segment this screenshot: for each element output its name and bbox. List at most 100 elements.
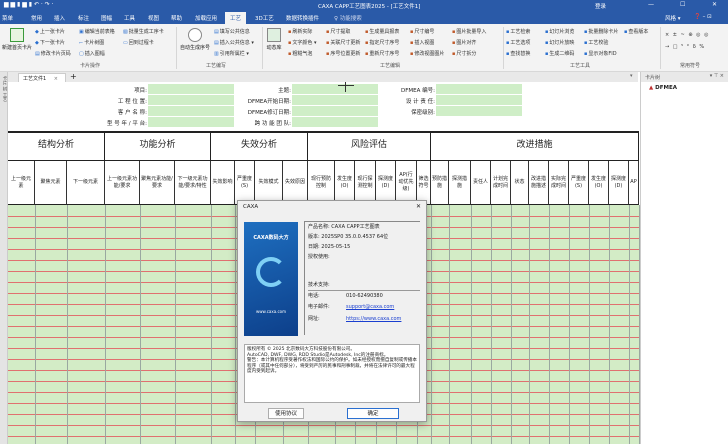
menu-tools[interactable]: 工具 bbox=[124, 14, 135, 22]
panel-pin-icon[interactable]: ▾ ⊤ × bbox=[710, 73, 724, 79]
phone-value: 010-62490380 bbox=[346, 293, 383, 299]
copyright-text: 版权所有 © 2025 北京数码大方科技股份有限公司。 AutoCAD, DWF… bbox=[244, 344, 420, 403]
dynamic-library-button[interactable]: 动态库 bbox=[263, 28, 285, 51]
form-field[interactable] bbox=[148, 106, 234, 116]
login-button[interactable]: 登录 bbox=[595, 2, 606, 10]
tab-document-1[interactable]: 工艺文件1 × bbox=[18, 73, 66, 82]
tool-item-5[interactable]: ▪生成二维码 bbox=[545, 50, 574, 57]
menu-addons[interactable]: 加载应用 bbox=[195, 14, 217, 22]
form-label: 工 程 位 置: bbox=[117, 99, 147, 105]
group-header: 改进措施 bbox=[431, 131, 639, 161]
form-field[interactable] bbox=[148, 117, 234, 127]
table-col-line bbox=[511, 205, 512, 444]
maximize-button[interactable]: ☐ bbox=[680, 1, 685, 8]
group-title-edit: 工艺编辑 bbox=[380, 63, 401, 69]
back-process-card-button[interactable]: ▭回到过程卡 bbox=[123, 39, 154, 46]
add-tab-button[interactable]: + bbox=[70, 72, 77, 81]
form-field[interactable] bbox=[292, 84, 378, 94]
edit-item-2[interactable]: ▪粗糙气泡 bbox=[288, 50, 312, 57]
edit-item-9[interactable]: ▪尺寸编号 bbox=[410, 28, 434, 35]
edit-item-13[interactable]: ▪图片对齐 bbox=[452, 39, 476, 46]
form-field[interactable] bbox=[148, 84, 234, 94]
symbols-row-1[interactable]: × ± ~ ⊕ ◎ ◎ bbox=[665, 32, 709, 38]
style-dropdown[interactable]: 风格 ▾ bbox=[665, 14, 681, 22]
edit-item-14[interactable]: ▪尺寸拆分 bbox=[452, 50, 476, 57]
menu-process[interactable]: 工艺 bbox=[225, 12, 247, 24]
symbols-row-2[interactable]: → □ ⁵ ° δ % bbox=[665, 44, 705, 50]
tool-item-6[interactable]: ▪批量删除卡片 bbox=[584, 28, 618, 35]
edit-page-button[interactable]: ▤修改卡片页码 bbox=[35, 50, 71, 57]
tool-item-8[interactable]: ▪显示对象FID bbox=[584, 50, 617, 57]
tree-item-dfmea[interactable]: ▲ DFMEA bbox=[641, 82, 728, 94]
menu-file[interactable]: 菜单 bbox=[2, 14, 13, 22]
menu-common[interactable]: 常用 bbox=[31, 14, 42, 22]
tool-item-7[interactable]: ▪工艺校验 bbox=[584, 39, 608, 46]
edit-item-1[interactable]: ▪文字颜色 ▾ bbox=[288, 39, 317, 46]
menu-3d-process[interactable]: 3D工艺 bbox=[255, 14, 274, 22]
reference-column-button[interactable]: ▥引用所属栏 ▾ bbox=[214, 50, 249, 57]
form-field[interactable] bbox=[292, 106, 378, 116]
edit-table-button[interactable]: ▣编辑当前表格 bbox=[79, 28, 115, 35]
fill-common-info-button[interactable]: ▤填写公共信息 bbox=[214, 28, 250, 35]
strip-tab-process[interactable]: 工艺 bbox=[2, 92, 7, 101]
support-label: 技术支持: bbox=[308, 282, 330, 288]
tool-item-0[interactable]: ▪工艺检索 bbox=[506, 28, 530, 35]
caxa-emblem-icon bbox=[256, 257, 286, 287]
edit-item-11[interactable]: ▪修改视图图片 bbox=[410, 50, 444, 57]
quick-access-icons[interactable]: ▆ ▆ ▮ ▆ ▮ ↶ · ↷ · bbox=[4, 1, 54, 8]
tab-list-dropdown[interactable]: ▾ bbox=[630, 73, 633, 79]
menu-help[interactable]: 帮助 bbox=[171, 14, 182, 22]
edit-item-10[interactable]: ▪插入视图 bbox=[410, 39, 434, 46]
insert-frame-button[interactable]: ▢插入图幅 bbox=[79, 50, 105, 57]
menu-annotate[interactable]: 标注 bbox=[78, 14, 89, 22]
card-tree-button[interactable]: ⌐卡片树图 bbox=[79, 39, 104, 46]
form-field[interactable] bbox=[436, 106, 522, 116]
new-first-card-button[interactable]: 新建首页卡片 bbox=[0, 28, 34, 51]
edit-item-3[interactable]: ▪尺寸提取 bbox=[326, 28, 350, 35]
menu-view[interactable]: 视图 bbox=[148, 14, 159, 22]
table-col-line bbox=[609, 205, 610, 444]
edit-item-5[interactable]: ▪序号位置更新 bbox=[326, 50, 360, 57]
close-button[interactable]: ✕ bbox=[712, 1, 717, 8]
dialog-close-button[interactable]: ✕ bbox=[416, 203, 421, 210]
edit-item-7[interactable]: ▪指定尺寸序号 bbox=[365, 39, 399, 46]
edit-item-6[interactable]: ▪生成量具报表 bbox=[365, 28, 399, 35]
form-field[interactable] bbox=[148, 95, 234, 105]
edit-item-4[interactable]: ▪关联尺寸更新 bbox=[326, 39, 360, 46]
form-field[interactable] bbox=[292, 95, 378, 105]
license-agreement-button[interactable]: 使用协议 bbox=[268, 408, 304, 419]
prev-card-button[interactable]: ◆上一张卡片 bbox=[35, 28, 65, 35]
tool-item-9[interactable]: ▪查看版本 bbox=[624, 28, 648, 35]
strip-tab-card[interactable]: 卡片 bbox=[2, 76, 7, 85]
table-col-line bbox=[529, 205, 530, 444]
website-link[interactable]: https://www.caxa.com bbox=[346, 314, 401, 324]
form-field[interactable] bbox=[292, 117, 378, 127]
ok-button[interactable]: 确定 bbox=[347, 408, 399, 419]
tool-item-1[interactable]: ▪工艺选项 bbox=[506, 39, 530, 46]
menu-frame[interactable]: 图幅 bbox=[101, 14, 112, 22]
help-icon[interactable]: ❓ – ⊡ bbox=[694, 14, 712, 20]
menu-data-convert[interactable]: 数据转换插件 bbox=[286, 14, 319, 22]
tool-item-3[interactable]: ▪幻灯片浏览 bbox=[545, 28, 574, 35]
minimize-button[interactable]: — bbox=[648, 1, 654, 8]
batch-generate-button[interactable]: ▧批量生成工序卡 bbox=[123, 28, 164, 35]
table-col-line bbox=[471, 205, 472, 444]
table-row-line bbox=[8, 425, 639, 426]
email-link[interactable]: support@caxa.com bbox=[346, 302, 394, 312]
next-card-button[interactable]: ◆下一张卡片 bbox=[35, 39, 65, 46]
strip-tab-tree[interactable]: 树 bbox=[2, 86, 7, 91]
form-field[interactable] bbox=[436, 95, 522, 105]
tool-item-2[interactable]: ▪查找替换 bbox=[506, 50, 530, 57]
edit-item-12[interactable]: ▪图片批量导入 bbox=[452, 28, 486, 35]
form-label: DFMEA修订日期: bbox=[247, 110, 291, 116]
function-search[interactable]: ♀ 功能搜索 bbox=[334, 14, 362, 22]
tool-item-4[interactable]: ▪幻灯片放映 bbox=[545, 39, 574, 46]
edit-item-8[interactable]: ▪重新尺寸序号 bbox=[365, 50, 399, 57]
insert-common-info-button[interactable]: ▤插入公共信息 ▾ bbox=[214, 39, 254, 46]
ribbon: 新建首页卡片 ◆上一张卡片 ◆下一张卡片 ▤修改卡片页码 ▣编辑当前表格 ⌐卡片… bbox=[0, 24, 728, 72]
edit-item-0[interactable]: ▪刷新实际 bbox=[288, 28, 312, 35]
form-field[interactable] bbox=[436, 84, 522, 94]
auto-sequence-button[interactable]: 自动生成序号 bbox=[177, 28, 213, 51]
column-header: AP bbox=[629, 161, 639, 205]
menu-insert[interactable]: 插入 bbox=[54, 14, 65, 22]
